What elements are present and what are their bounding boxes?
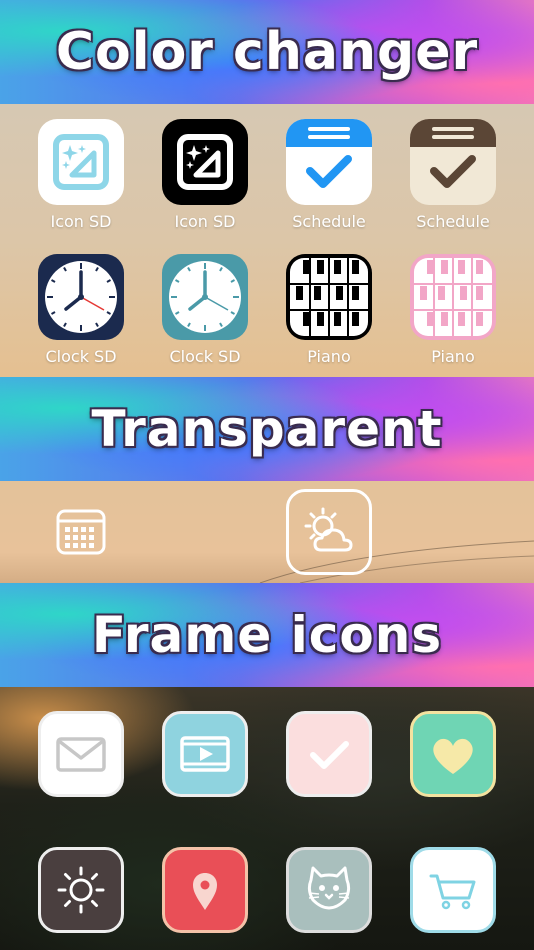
shopping-cart-icon (410, 847, 496, 933)
banner-title-transparent: Transparent (91, 400, 443, 458)
app-label: Clock SD (45, 347, 117, 366)
weather-partly-cloudy-icon (286, 489, 372, 575)
frame-icons-panel (0, 687, 534, 950)
transparent-panel (0, 481, 534, 583)
color-changer-panel: Icon SD Icon SD Schedule Schedule Clock … (0, 104, 534, 377)
calendar-outline-icon (38, 489, 124, 575)
icon-sd-light-icon (38, 119, 124, 205)
app-schedule-blue[interactable]: Schedule (286, 119, 372, 231)
app-icon-sd-dark[interactable]: Icon SD (162, 119, 248, 231)
app-label: Icon SD (50, 212, 112, 231)
piano-black-icon (286, 254, 372, 340)
app-transparent-weather[interactable] (286, 489, 372, 575)
clock-navy-icon (38, 254, 124, 340)
app-label: Icon SD (174, 212, 236, 231)
cat-icon (286, 847, 372, 933)
heart-icon (410, 711, 496, 797)
app-frame-cat[interactable] (286, 847, 372, 933)
app-icon-sd-light[interactable]: Icon SD (38, 119, 124, 231)
banner-frame-icons: Frame icons (0, 583, 534, 687)
sun-icon (38, 847, 124, 933)
app-clock-sd-teal[interactable]: Clock SD (162, 254, 248, 366)
app-label: Piano (431, 347, 475, 366)
app-frame-cart[interactable] (410, 847, 496, 933)
schedule-brown-icon (410, 119, 496, 205)
app-frame-map[interactable] (162, 847, 248, 933)
banner-title-color-changer: Color changer (55, 22, 479, 82)
app-piano-pink[interactable]: Piano (410, 254, 496, 366)
piano-pink-icon (410, 254, 496, 340)
banner-transparent: Transparent (0, 377, 534, 481)
app-label: Schedule (292, 212, 366, 231)
checkmark-icon (286, 711, 372, 797)
app-label: Piano (307, 347, 351, 366)
app-clock-sd-navy[interactable]: Clock SD (38, 254, 124, 366)
app-frame-video[interactable] (162, 711, 248, 797)
app-label: Schedule (416, 212, 490, 231)
app-frame-mail[interactable] (38, 711, 124, 797)
app-label: Clock SD (169, 347, 241, 366)
clock-teal-icon (162, 254, 248, 340)
mail-icon (38, 711, 124, 797)
app-schedule-brown[interactable]: Schedule (410, 119, 496, 231)
app-frame-check[interactable] (286, 711, 372, 797)
app-frame-sun[interactable] (38, 847, 124, 933)
video-play-icon (162, 711, 248, 797)
app-transparent-calendar[interactable] (38, 489, 124, 575)
app-frame-heart[interactable] (410, 711, 496, 797)
schedule-blue-icon (286, 119, 372, 205)
app-piano-black[interactable]: Piano (286, 254, 372, 366)
banner-title-frame-icons: Frame icons (91, 606, 443, 664)
banner-color-changer: Color changer (0, 0, 534, 104)
map-pin-icon (162, 847, 248, 933)
icon-sd-dark-icon (162, 119, 248, 205)
